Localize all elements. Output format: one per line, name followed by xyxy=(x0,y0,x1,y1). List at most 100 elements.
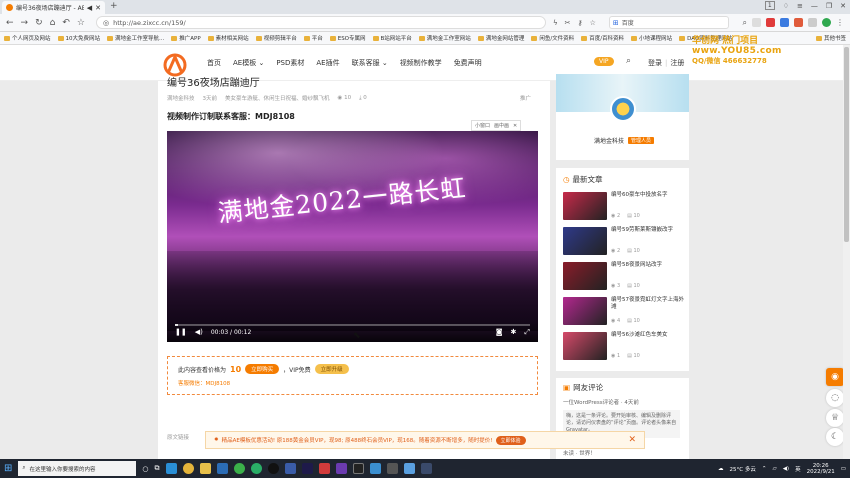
minimize-icon[interactable]: — xyxy=(811,2,818,10)
collection-icon[interactable] xyxy=(752,18,761,27)
bookmark-item[interactable]: 满地金工作室网站 xyxy=(419,34,471,42)
url-field[interactable]: ◎ http://ae.zixcc.cn/159/ xyxy=(95,16,546,29)
search-engine-box[interactable]: ⊞ 百度 xyxy=(608,16,729,29)
promote-link[interactable]: 推广 xyxy=(520,94,531,102)
bookmark-item[interactable]: 小地课程网站 xyxy=(631,34,672,42)
video-player[interactable]: 满地金2022一路长虹 ❚❚ ◀) 00:03 / 00:12 ◙ ✱ ⤢ xyxy=(167,131,538,342)
post-thumbnail[interactable] xyxy=(563,297,607,325)
promo-button[interactable]: 立即体验 xyxy=(495,435,526,445)
more-icon[interactable]: ⋮ xyxy=(836,18,844,27)
back-icon[interactable]: ← xyxy=(6,18,14,28)
tray-arrow-icon[interactable]: ⌃ xyxy=(762,466,767,472)
nav-psd[interactable]: PSD素材 xyxy=(276,58,304,68)
bookmark-item[interactable]: 闲鱼/文件资料 xyxy=(531,34,574,42)
tab-close-icon[interactable]: ✕ xyxy=(95,4,101,12)
nav-tutorials[interactable]: 视频制作教学 xyxy=(400,58,442,68)
explorer-icon[interactable] xyxy=(199,463,211,474)
ime-indicator[interactable]: 英 xyxy=(795,465,801,473)
forward-icon[interactable]: → xyxy=(21,18,29,28)
bookmark-star-icon[interactable]: ☆ xyxy=(590,19,596,27)
film-icon[interactable] xyxy=(386,463,398,474)
notification-icon[interactable]: ▭ xyxy=(841,466,846,472)
capcut-icon[interactable] xyxy=(352,463,364,474)
promo-close-icon[interactable]: ✕ xyxy=(628,435,636,445)
mini-window-button[interactable]: 小窗口 xyxy=(475,122,490,129)
media-icon[interactable] xyxy=(335,463,347,474)
nav-home[interactable]: 首页 xyxy=(207,58,221,68)
pdf-icon[interactable] xyxy=(794,18,803,27)
photos-icon[interactable] xyxy=(284,463,296,474)
fullscreen-icon[interactable]: ⤢ xyxy=(524,328,530,337)
avatar[interactable] xyxy=(610,96,636,122)
wechat-icon[interactable] xyxy=(250,463,262,474)
settings-icon[interactable]: ✱ xyxy=(511,328,517,336)
weather-text[interactable]: 25°C 多云 xyxy=(730,465,756,473)
bookmark-item[interactable]: 满地金工作室导航... xyxy=(107,34,164,42)
page-counter[interactable]: 1 xyxy=(764,1,775,10)
post-thumbnail[interactable] xyxy=(563,227,607,255)
post-title[interactable]: 编号56沙滩红色车美女 xyxy=(611,332,685,339)
new-tab-icon[interactable]: + xyxy=(110,1,118,11)
undo-icon[interactable]: ↶ xyxy=(62,18,70,28)
home-icon[interactable]: ⌂ xyxy=(50,18,56,28)
bookmark-item[interactable]: 满地金网站管理 xyxy=(478,34,525,42)
pip-close-icon[interactable]: ✕ xyxy=(513,123,517,129)
window-close-icon[interactable]: ✕ xyxy=(840,2,846,10)
bookmark-item[interactable]: B站网站平台 xyxy=(373,34,412,42)
latest-post-item[interactable]: 编号58夜景网站改字 ◉ 3 ▤ 10 xyxy=(563,262,685,294)
side-chat-icon[interactable]: ◌ xyxy=(826,389,844,407)
side-eye-icon[interactable]: ◉ xyxy=(826,368,844,386)
screenshot-icon[interactable]: ◙ xyxy=(496,328,503,336)
pause-icon[interactable]: ❚❚ xyxy=(175,328,187,336)
register-link[interactable]: 注册 xyxy=(670,58,684,68)
bookmark-item[interactable]: 10大免费网站 xyxy=(58,34,101,42)
profile-icon[interactable] xyxy=(822,18,831,27)
clip-icon[interactable] xyxy=(369,463,381,474)
source-link[interactable]: 原文链接 xyxy=(167,433,189,441)
clock[interactable]: 20:26 2022/9/21 xyxy=(807,463,835,475)
reload-icon[interactable]: ↻ xyxy=(35,18,43,28)
buy-button[interactable]: 立即购买 xyxy=(245,364,280,374)
browser360-icon[interactable] xyxy=(233,463,245,474)
bookmark-item[interactable]: 视频剪辑平台 xyxy=(256,34,297,42)
latest-post-item[interactable]: 编号60豪车中投放名字 ◉ 2 ▤ 10 xyxy=(563,192,685,224)
lightning-icon[interactable]: ϟ xyxy=(553,19,558,27)
category[interactable]: 美女豪车游艇、休闲生日祝福、婚纱飘飞机 xyxy=(225,94,330,102)
latest-post-item[interactable]: 编号59劳斯莱斯镶嵌改字 ◉ 2 ▤ 10 xyxy=(563,227,685,259)
cortana-icon[interactable]: ○ xyxy=(142,465,148,473)
latest-post-item[interactable]: 编号57夜景霓虹灯文字上海外滩 ◉ 4 ▤ 10 xyxy=(563,297,685,329)
upgrade-button[interactable]: 立即升级 xyxy=(314,364,349,374)
bell-icon[interactable]: ♢ xyxy=(783,2,789,10)
volume-icon[interactable]: ◀) xyxy=(195,328,203,336)
bookmark-item[interactable]: 百度/百科资料 xyxy=(581,34,624,42)
bookmark-item[interactable]: 素材相关网站 xyxy=(208,34,249,42)
post-title[interactable]: 编号57夜景霓虹灯文字上海外滩 xyxy=(611,297,685,311)
windows-start-icon[interactable]: ⊞ xyxy=(4,463,12,474)
volume-icon[interactable]: ◀) xyxy=(783,466,789,472)
scrollbar-thumb[interactable] xyxy=(844,47,849,242)
restore-icon[interactable]: ❐ xyxy=(826,2,832,10)
post-title[interactable]: 编号59劳斯莱斯镶嵌改字 xyxy=(611,227,685,234)
bookmark-item[interactable]: 平台 xyxy=(304,34,323,42)
qq-icon[interactable] xyxy=(267,463,279,474)
author[interactable]: 满地金科技 xyxy=(167,94,195,102)
nav-disclaimer[interactable]: 免费声明 xyxy=(454,58,482,68)
search-icon[interactable]: ⌕ xyxy=(626,56,631,66)
star-icon[interactable]: ☆ xyxy=(77,18,85,28)
bookmark-item[interactable]: 推广APP xyxy=(171,34,200,42)
app-icon[interactable] xyxy=(403,463,415,474)
taskbar-search[interactable]: ⌕ 在这里输入你要搜索的内容 xyxy=(18,461,137,476)
after-effects-icon[interactable] xyxy=(301,463,313,474)
key-icon[interactable]: ⚷ xyxy=(577,19,582,27)
side-moon-icon[interactable]: ☾ xyxy=(826,428,844,446)
side-cart-icon[interactable]: ♕ xyxy=(826,409,844,427)
nav-ae-templates[interactable]: AE模板 ⌄ xyxy=(233,58,264,68)
screenshot-icon[interactable]: ✂ xyxy=(565,19,571,27)
other-bookmarks[interactable]: 其他书签 xyxy=(816,34,846,42)
post-thumbnail[interactable] xyxy=(563,192,607,220)
post-thumbnail[interactable] xyxy=(563,262,607,290)
latest-post-item[interactable]: 编号56沙滩红色车美女 ◉ 1 ▤ 10 xyxy=(563,332,685,364)
login-link[interactable]: 登录 xyxy=(648,58,662,68)
task-view-icon[interactable]: ⧉ xyxy=(155,464,160,473)
nav-ae-plugins[interactable]: AE插件 xyxy=(316,58,339,68)
